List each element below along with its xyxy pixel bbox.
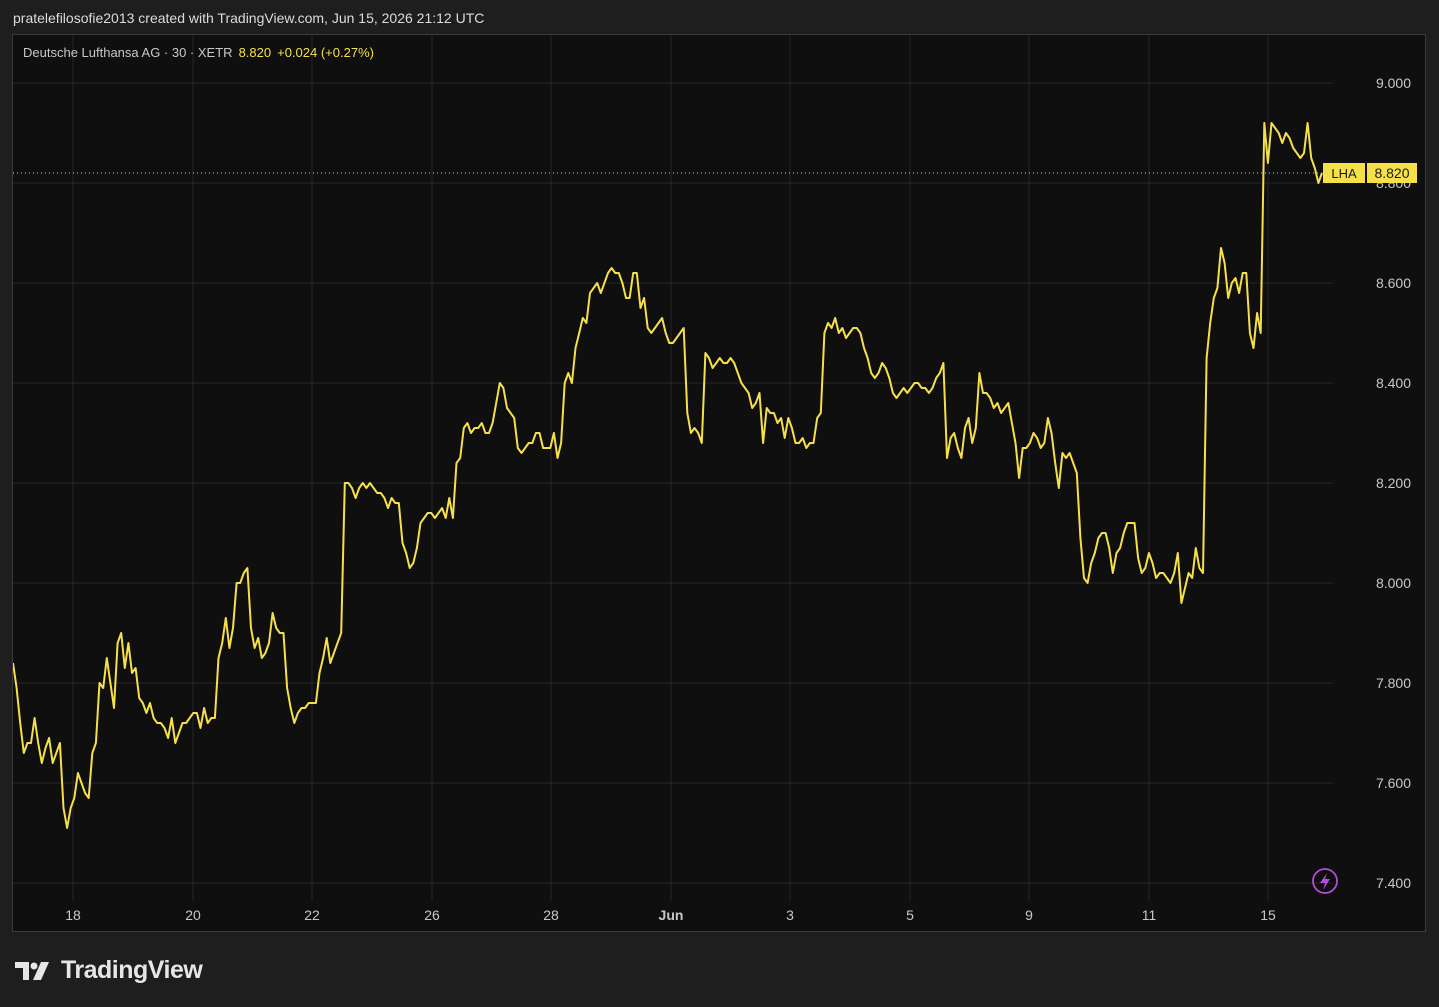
tradingview-logo-icon xyxy=(15,961,49,980)
price-chart[interactable]: 9.0008.8008.6008.4008.2008.0007.8007.600… xyxy=(13,35,1425,931)
x-tick-label: 22 xyxy=(304,907,320,923)
lightning-bolt-icon[interactable] xyxy=(1312,868,1338,894)
symbol-info: Deutsche Lufthansa AG · 30 · XETR xyxy=(23,45,233,60)
price-series-line[interactable] xyxy=(13,122,1323,829)
y-tick-label: 8.600 xyxy=(1376,275,1411,291)
x-tick-label: 20 xyxy=(185,907,201,923)
x-tick-label: 5 xyxy=(906,907,914,923)
x-tick-label: 11 xyxy=(1142,907,1157,923)
chart-panel[interactable]: 9.0008.8008.6008.4008.2008.0007.8007.600… xyxy=(12,34,1426,932)
price-change: +0.024 (+0.27%) xyxy=(277,45,374,60)
last-price: 8.820 xyxy=(238,45,272,60)
price-tag-symbol: LHA xyxy=(1331,166,1357,181)
x-tick-label: 9 xyxy=(1025,907,1033,923)
y-tick-label: 7.600 xyxy=(1376,775,1411,791)
tradingview-logo: TradingView xyxy=(15,956,203,985)
x-tick-label: Jun xyxy=(659,907,684,923)
y-tick-label: 9.000 xyxy=(1376,75,1411,91)
x-tick-label: 15 xyxy=(1260,907,1276,923)
y-tick-label: 8.000 xyxy=(1376,575,1411,591)
symbol-legend: Deutsche Lufthansa AG · 30 · XETR 8.820 +0… xyxy=(23,45,374,60)
chart-attribution: pratelefilosofie2013 created with Tradin… xyxy=(13,10,485,26)
x-tick-label: 3 xyxy=(786,907,794,923)
y-tick-label: 7.400 xyxy=(1376,875,1411,891)
price-tag-value: 8.820 xyxy=(1374,165,1409,181)
x-tick-label: 28 xyxy=(543,907,559,923)
tradingview-logo-text: TradingView xyxy=(61,956,203,984)
y-tick-label: 8.200 xyxy=(1376,475,1411,491)
x-tick-label: 18 xyxy=(65,907,81,923)
y-tick-label: 8.400 xyxy=(1376,375,1411,391)
x-tick-label: 26 xyxy=(424,907,440,923)
y-tick-label: 7.800 xyxy=(1376,675,1411,691)
